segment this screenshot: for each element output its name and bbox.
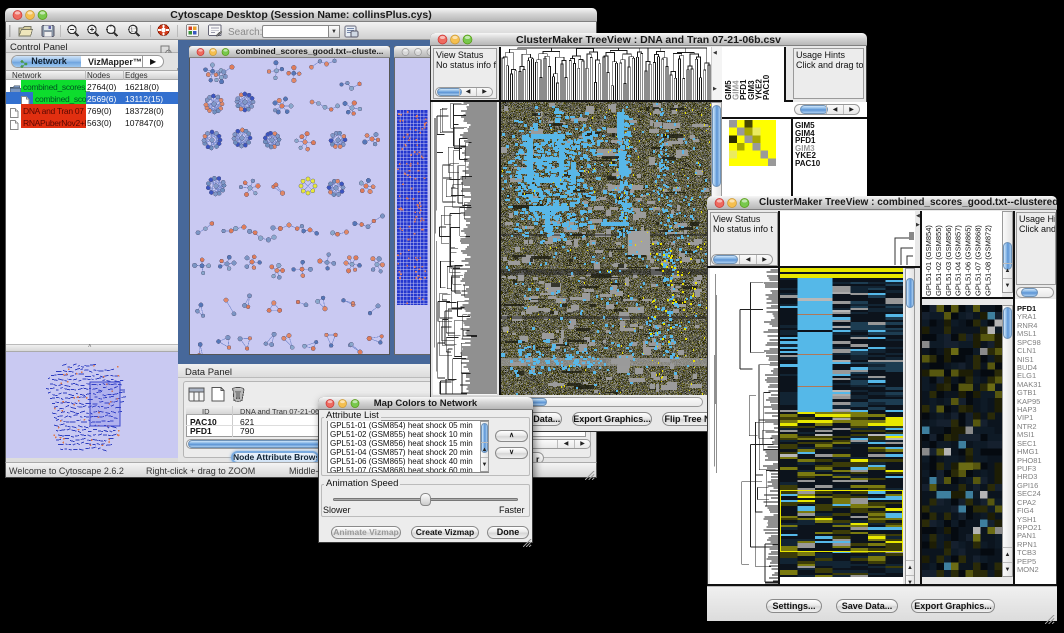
svg-text:GPL51-06 (GSM865): GPL51-06 (GSM865) <box>964 225 973 296</box>
svg-text:GPL51-04 (GSM857): GPL51-04 (GSM857) <box>954 225 963 296</box>
svg-text:GPL51-03 (GSM856): GPL51-03 (GSM856) <box>944 225 953 296</box>
svg-text:GPL51-08 (GSM872): GPL51-08 (GSM872) <box>983 225 992 296</box>
svg-text:GPL51-01 (GSM854): GPL51-01 (GSM854) <box>924 225 933 296</box>
svg-text:PAC10: PAC10 <box>762 74 771 100</box>
svg-text:GPL51-02 (GSM855): GPL51-02 (GSM855) <box>934 225 943 296</box>
svg-text:GPL51-07 (GSM868): GPL51-07 (GSM868) <box>974 225 983 296</box>
